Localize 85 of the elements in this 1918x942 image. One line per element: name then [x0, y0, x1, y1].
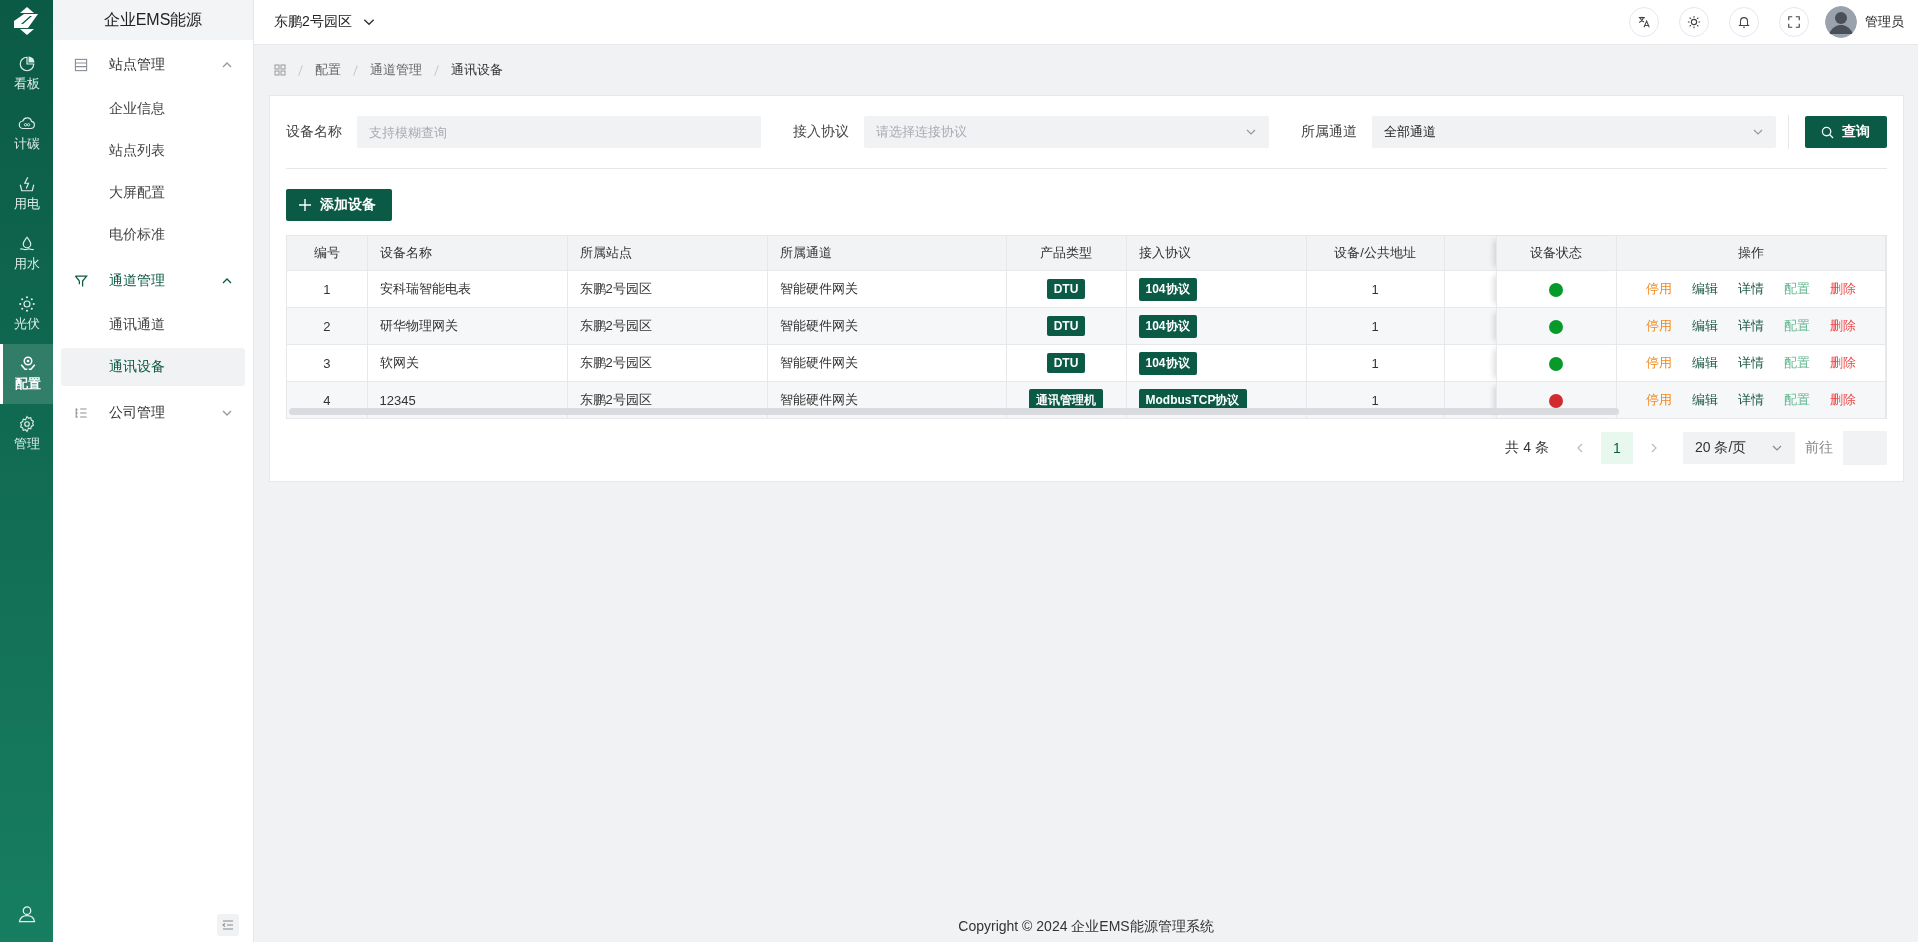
sun-icon [1687, 15, 1701, 29]
menu-item[interactable]: 大屏配置 [61, 174, 245, 212]
action-link[interactable]: 详情 [1737, 280, 1764, 298]
column-header: 所属站点 [567, 236, 767, 271]
copyright-text: Copyright © 2024 企业EMS能源管理系统 [957, 918, 1215, 936]
user-icon[interactable] [16, 904, 37, 924]
action-link[interactable]: 删除 [1829, 354, 1856, 372]
search-button[interactable]: 查询 [1805, 116, 1887, 148]
goto-label: 前往 [1805, 439, 1833, 457]
menu-group[interactable]: 站点管理 [53, 42, 253, 87]
filter-label: 接入协议 [793, 123, 850, 141]
breadcrumb-item[interactable]: 通道管理 [370, 61, 422, 79]
translate-icon [1637, 15, 1651, 29]
column-header: 接入协议 [1126, 236, 1306, 271]
action-link[interactable]: 编辑 [1691, 280, 1718, 298]
avatar[interactable] [1825, 6, 1857, 38]
nav-item[interactable]: 管理 [0, 404, 53, 464]
action-link[interactable]: 编辑 [1691, 391, 1718, 409]
column-header: 所属通道 [767, 236, 1006, 271]
menu-item[interactable]: 通讯通道 [61, 306, 245, 344]
scrollbar-thumb[interactable] [289, 408, 1619, 415]
action-link[interactable]: 详情 [1737, 317, 1764, 335]
search-icon [1821, 125, 1835, 139]
menu-item[interactable]: 站点列表 [61, 132, 245, 170]
menu-item[interactable]: 通讯设备 [61, 348, 245, 386]
type-tag: DTU [1046, 316, 1086, 336]
column-header: 操作 [1616, 236, 1886, 271]
column-header: 产品类型 [1006, 236, 1126, 271]
action-link[interactable]: 编辑 [1691, 354, 1718, 372]
menu-item[interactable]: 电价标准 [61, 216, 245, 254]
page-button[interactable]: 1 [1601, 432, 1633, 464]
search-field[interactable]: 支持模糊查询 [357, 116, 762, 148]
protocol-tag: 104协议 [1138, 277, 1197, 301]
breadcrumb-item[interactable]: 配置 [315, 61, 341, 79]
nav-item[interactable]: 用电 [0, 164, 53, 224]
menu-group[interactable]: 通道管理 [53, 258, 253, 303]
action-link[interactable]: 删除 [1829, 280, 1856, 298]
app-title: 企业EMS能源 [53, 0, 253, 40]
column-header: 编号 [287, 236, 367, 271]
total-count: 共 4 条 [1505, 439, 1549, 457]
action-link[interactable]: 详情 [1737, 391, 1764, 409]
table-cell: 东鹏2号园区 [567, 307, 767, 345]
nav-item[interactable]: 配置 [0, 344, 53, 404]
table-cell: 1 [1306, 307, 1444, 345]
column-header: 设备名称 [367, 236, 567, 271]
action-link[interactable]: 编辑 [1691, 317, 1718, 335]
nav-item[interactable]: 看板 [0, 44, 53, 104]
water-drop-icon [17, 235, 36, 253]
breadcrumb-item: 通讯设备 [451, 61, 503, 79]
notification-button[interactable] [1729, 7, 1759, 37]
pie-chart-icon [17, 55, 36, 73]
sun-icon [17, 295, 36, 313]
user-name[interactable]: 管理员 [1865, 13, 1904, 31]
protocol-tag: 104协议 [1138, 314, 1197, 338]
list-icon [73, 56, 89, 73]
menu-group[interactable]: 公司管理 [53, 390, 253, 435]
action-link[interactable]: 详情 [1737, 354, 1764, 372]
fullscreen-icon [1787, 15, 1801, 29]
action-link[interactable]: 删除 [1829, 317, 1856, 335]
type-tag: DTU [1046, 279, 1086, 299]
type-tag: DTU [1046, 353, 1086, 373]
theme-button[interactable] [1679, 7, 1709, 37]
plus-icon [298, 198, 312, 212]
lightning-icon [17, 175, 36, 193]
table-cell: 研华物理网关 [367, 307, 567, 345]
gear-icon [17, 415, 36, 433]
column-header: 设备/公共地址 [1306, 236, 1444, 271]
nav-item[interactable]: 光伏 [0, 284, 53, 344]
table-cell: 2 [287, 307, 367, 345]
select-field[interactable]: 全部通道 [1371, 116, 1776, 148]
page-size-select[interactable]: 20 条/页 [1683, 432, 1795, 464]
fullscreen-button[interactable] [1779, 7, 1809, 37]
add-device-button[interactable]: 添加设备 [286, 189, 392, 221]
protocol-tag: 104协议 [1138, 351, 1197, 375]
table-cell: 智能硬件网关 [767, 307, 1006, 345]
column-header: 设备状态 [1496, 236, 1616, 271]
bell-icon [1737, 15, 1751, 29]
translate-button[interactable] [1629, 7, 1659, 37]
action-link[interactable]: 删除 [1829, 391, 1856, 409]
nav-item[interactable]: 计碳 [0, 104, 53, 164]
nav-item[interactable]: 用水 [0, 224, 53, 284]
filter-label: 所属通道 [1300, 123, 1357, 141]
filter-label: 设备名称 [286, 123, 342, 141]
menu-item[interactable]: 企业信息 [61, 90, 245, 128]
site-selector[interactable]: 东鹏2号园区 [274, 13, 376, 31]
